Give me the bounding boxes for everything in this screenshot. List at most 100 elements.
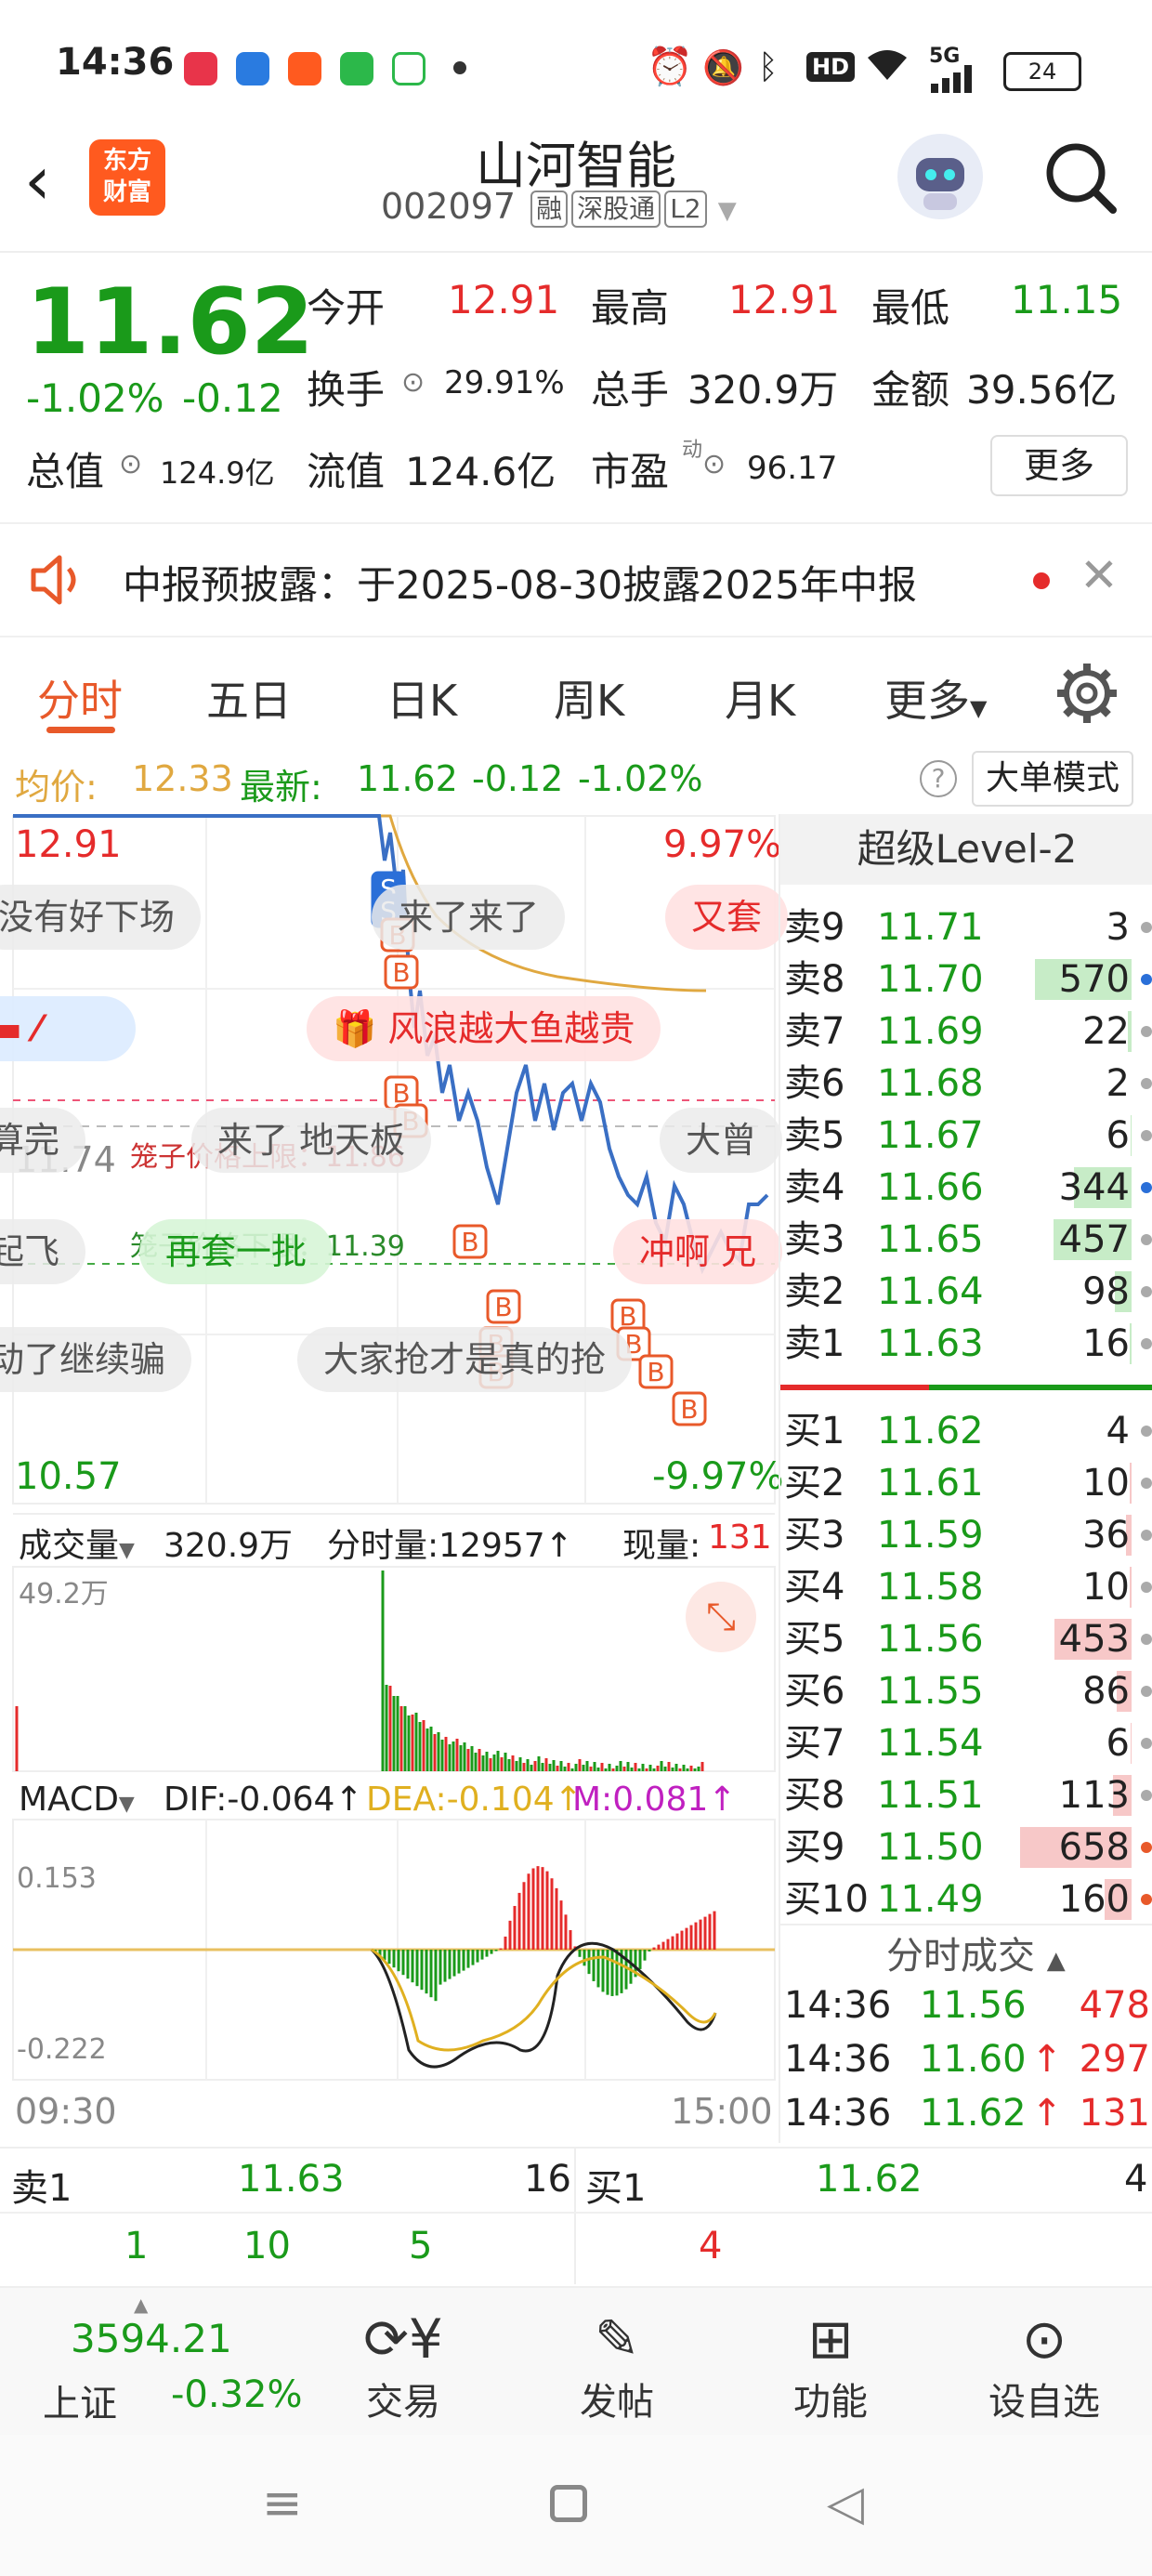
gift-icon: 🎁: [333, 1008, 377, 1049]
volume-selector[interactable]: 成交量▼: [19, 1518, 135, 1567]
float-label: 流值: [307, 449, 386, 494]
ask-volume: 6: [1106, 1114, 1130, 1157]
minute-volume: 分时量:12957↑: [327, 1518, 573, 1567]
speaker-icon: [28, 552, 87, 608]
ask-row[interactable]: 卖8 11.70 570: [780, 953, 1152, 1005]
info-circle-icon[interactable]: ⊙: [702, 448, 726, 480]
ask-row[interactable]: 卖2 11.64 98: [780, 1266, 1152, 1318]
ask-row[interactable]: 卖3 11.65 457: [780, 1214, 1152, 1266]
bid-row[interactable]: 买6 11.55 86: [780, 1665, 1152, 1717]
index-name[interactable]: 上证: [43, 2373, 117, 2427]
info-circle-icon[interactable]: ⊙: [119, 448, 142, 480]
danmu-bubble: 大家抢才是真的抢: [297, 1327, 633, 1392]
ask-row[interactable]: 卖9 11.71 3: [780, 901, 1152, 953]
close-icon[interactable]: ✕: [1080, 548, 1119, 602]
tab-weekly-k[interactable]: 周K: [554, 667, 624, 729]
tab-monthly-k[interactable]: 月K: [725, 667, 795, 729]
big-order-mode-button[interactable]: 大单模式: [972, 751, 1133, 807]
mktcap-value: 124.9亿: [160, 455, 275, 491]
index-value[interactable]: 3594.21: [71, 2316, 232, 2361]
ask-row[interactable]: 卖4 11.66 344: [780, 1162, 1152, 1214]
ask-price: 11.70: [877, 958, 984, 1001]
chevron-up-icon[interactable]: ▲: [134, 2293, 148, 2316]
ask-level-label: 卖9: [784, 906, 845, 949]
bid-row[interactable]: 买3 11.59 36: [780, 1509, 1152, 1561]
pe-label: 市盈: [591, 449, 670, 494]
expand-icon[interactable]: ⤡: [686, 1582, 756, 1652]
bid-volume: 86: [1082, 1670, 1130, 1713]
nav-post[interactable]: ✎ 发帖: [524, 2307, 710, 2425]
tab-intraday[interactable]: 分时: [37, 667, 123, 729]
trade-arrow-icon: ↑: [1031, 2092, 1063, 2135]
buy-marker[interactable]: B: [638, 1354, 674, 1389]
buy-marker[interactable]: B: [452, 1224, 488, 1259]
low-value: 11.15: [1011, 277, 1123, 322]
nav-trade[interactable]: ⟳¥ 交易: [310, 2307, 496, 2425]
ask-row[interactable]: 卖6 11.68 2: [780, 1058, 1152, 1110]
system-nav-bar: ≡ ◁: [0, 2435, 1152, 2576]
ask-row[interactable]: 卖1 11.63 16: [780, 1318, 1152, 1370]
menu-icon[interactable]: ≡: [262, 2476, 303, 2531]
intraday-chart[interactable]: SSBBBBBBBBBBBB 12.91 9.97% 11.74 笼子价格上限：…: [0, 814, 789, 2152]
ask-level-label: 卖2: [784, 1270, 845, 1313]
app-notification-icon: [184, 52, 217, 85]
arrow-up-icon: ↑: [544, 1527, 573, 1565]
ask-price: 11.64: [877, 1270, 984, 1313]
bid-volume-bar: [1131, 1723, 1132, 1764]
info-circle-icon[interactable]: ⊙: [401, 366, 425, 399]
tab-daily-k[interactable]: 日K: [386, 667, 457, 729]
level2-header[interactable]: 超级Level-2: [780, 814, 1152, 885]
bid-row[interactable]: 买2 11.61 10: [780, 1457, 1152, 1509]
trade-price: 11.62: [920, 2092, 1027, 2135]
notice-bar[interactable]: 中报预披露：于2025-08-30披露2025年中报 ✕: [0, 522, 1152, 637]
bid-level-label: 买2: [784, 1462, 845, 1505]
back-nav-icon[interactable]: ◁: [827, 2476, 864, 2531]
nav-add-favorite[interactable]: ⊙ 设自选: [951, 2307, 1137, 2425]
more-button[interactable]: 更多: [990, 435, 1128, 496]
bid-row[interactable]: 买8 11.51 113: [780, 1769, 1152, 1821]
buy-marker[interactable]: B: [384, 954, 419, 990]
stock-code-line: 002097 融深股通 L2 ▼: [381, 186, 737, 228]
time-start-label: 09:30: [15, 2091, 117, 2132]
status-dot-icon: [1141, 1286, 1152, 1297]
bid-row[interactable]: 买10 11.49 160: [780, 1873, 1152, 1925]
bid-level-label: 买8: [784, 1774, 845, 1817]
bid-row[interactable]: 买7 11.54 6: [780, 1717, 1152, 1769]
bid-level-label: 买5: [784, 1618, 845, 1661]
y-axis-high: 12.91: [15, 823, 122, 866]
search-icon[interactable]: [1041, 138, 1119, 216]
macd-selector[interactable]: MACD▼: [19, 1781, 135, 1819]
ask-level-label: 卖4: [784, 1166, 845, 1209]
trade-time: 14:36: [784, 2038, 892, 2081]
help-icon[interactable]: ?: [920, 760, 957, 797]
nav-functions[interactable]: ⊞ 功能: [738, 2307, 923, 2425]
ask-row[interactable]: 卖5 11.67 6: [780, 1110, 1152, 1162]
chevron-down-icon: ▼: [970, 695, 988, 721]
danmu-bubble: 算完: [0, 1108, 86, 1173]
bid-row[interactable]: 买5 11.56 453: [780, 1613, 1152, 1665]
current-price: 11.62: [26, 269, 314, 375]
current-volume-label: 现量:: [622, 1527, 701, 1565]
ask-row[interactable]: 卖7 11.69 22: [780, 1005, 1152, 1058]
index-pct[interactable]: -0.32%: [171, 2373, 303, 2416]
bid-price: 11.51: [877, 1774, 984, 1817]
buy-marker[interactable]: B: [486, 1289, 521, 1324]
dropdown-triangle-icon[interactable]: ▼: [718, 197, 737, 225]
status-dot-icon: [1141, 1182, 1152, 1193]
danmu-bubble: 来了 地天板: [191, 1108, 432, 1173]
bid-row[interactable]: 买9 11.50 658: [780, 1821, 1152, 1873]
bid-row[interactable]: 买1 11.62 4: [780, 1405, 1152, 1457]
tab-five-day[interactable]: 五日: [206, 667, 292, 729]
app-notification-icon: [288, 52, 321, 85]
trades-header[interactable]: 分时成交 ▲: [886, 1925, 1066, 1979]
nav-trade-label: 交易: [366, 2381, 440, 2424]
settings-gear-icon[interactable]: [1054, 660, 1120, 727]
tab-more[interactable]: 更多▼: [884, 667, 987, 729]
home-icon[interactable]: [550, 2485, 587, 2522]
bid-row[interactable]: 买4 11.58 10: [780, 1561, 1152, 1613]
summary-buy-label: 买1: [585, 2167, 647, 2210]
robot-avatar-icon[interactable]: [897, 134, 983, 219]
bid-volume-bar: [1130, 1463, 1132, 1504]
ask-price: 11.66: [877, 1166, 984, 1209]
buy-marker[interactable]: B: [672, 1391, 707, 1426]
